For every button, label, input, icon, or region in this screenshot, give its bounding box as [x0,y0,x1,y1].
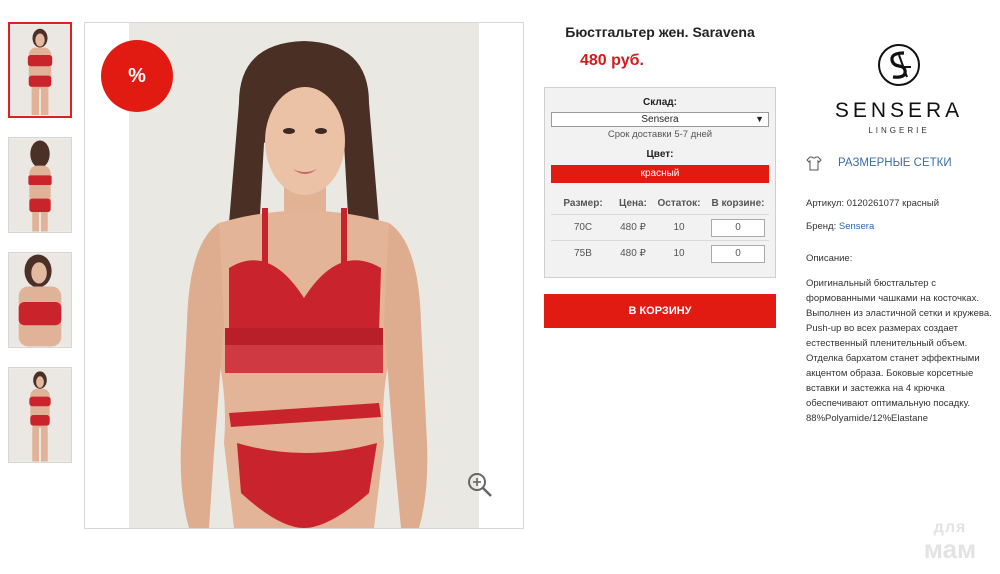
size-cell: 75B [574,248,592,259]
brand-label: Бренд: [806,221,837,232]
size-cell: 70C [573,222,593,233]
brand-monogram-icon [878,44,920,86]
main-product-image[interactable]: % [84,22,524,529]
table-row: 75B 480 ₽ 10 0 [551,240,769,266]
price-cell: 480 ₽ [620,248,646,259]
watermark-line-2: мам [923,534,977,564]
model-photo [180,41,428,528]
size-table: Размер: Цена: Остаток: В корзине: 70C 48… [551,192,769,266]
product-title: Бюстгальтер жен. Saravena [565,24,755,40]
warehouse-label: Склад: [643,97,677,108]
table-row: 70C 480 ₽ 10 0 [551,214,769,240]
product-description: Оригинальный бюстгальтер с формованными … [806,278,992,424]
thumbnail-1[interactable] [8,22,72,118]
delivery-time: Срок доставки 5-7 дней [607,129,713,140]
thumbnail-image [9,253,71,347]
quantity-input[interactable]: 0 [711,244,765,263]
add-to-cart-button[interactable]: В КОРЗИНУ [544,294,776,328]
color-option[interactable]: красный [551,165,769,183]
brand-subtitle: LINGERIE [868,126,930,135]
description-label: Описание: [806,253,853,264]
column-header: Остаток: [657,197,701,209]
brand-name: SENSERA [834,99,964,122]
thumbnail-image [9,368,71,462]
zoom-in-icon[interactable] [466,471,494,499]
thumbnail-gallery [8,22,72,482]
column-header: Размер: [563,197,603,209]
thumbnail-image [9,138,71,232]
column-header: В корзине: [711,197,765,209]
chevron-down-icon: ▼ [755,114,764,124]
article-label: Артикул: [806,198,845,209]
thumbnail-image [10,25,70,115]
stock-cell: 10 [673,248,685,259]
color-label: Цвет: [646,149,674,160]
warehouse-select[interactable]: Sensera ▼ [551,112,769,127]
thumbnail-2[interactable] [8,137,72,233]
brand-line: Бренд: Sensera [806,221,874,232]
sale-badge: % [101,40,173,112]
thumbnail-4[interactable] [8,367,72,463]
article-value: 0120261077 красный [846,198,940,209]
size-chart-link[interactable]: РАЗМЕРНЫЕ СЕТКИ [806,153,952,173]
stock-panel: Склад: Sensera ▼ Срок доставки 5-7 дней … [544,87,776,278]
shirt-icon [806,156,822,171]
column-header: Цена: [619,197,647,209]
article-line: Артикул: 0120261077 красный [806,198,939,209]
warehouse-select-value: Sensera [641,114,679,125]
size-table-header: Размер: Цена: Остаток: В корзине: [551,192,769,214]
brand-link[interactable]: Sensera [839,221,874,232]
size-chart-label: РАЗМЕРНЫЕ СЕТКИ [838,157,952,169]
quantity-input[interactable]: 0 [711,218,765,237]
stock-cell: 10 [673,222,685,233]
product-price: 480 руб. [580,52,644,69]
price-cell: 480 ₽ [620,222,646,233]
watermark: для мам [910,520,990,564]
brand-logo[interactable]: SENSERA LINGERIE [826,43,972,139]
thumbnail-3[interactable] [8,252,72,348]
